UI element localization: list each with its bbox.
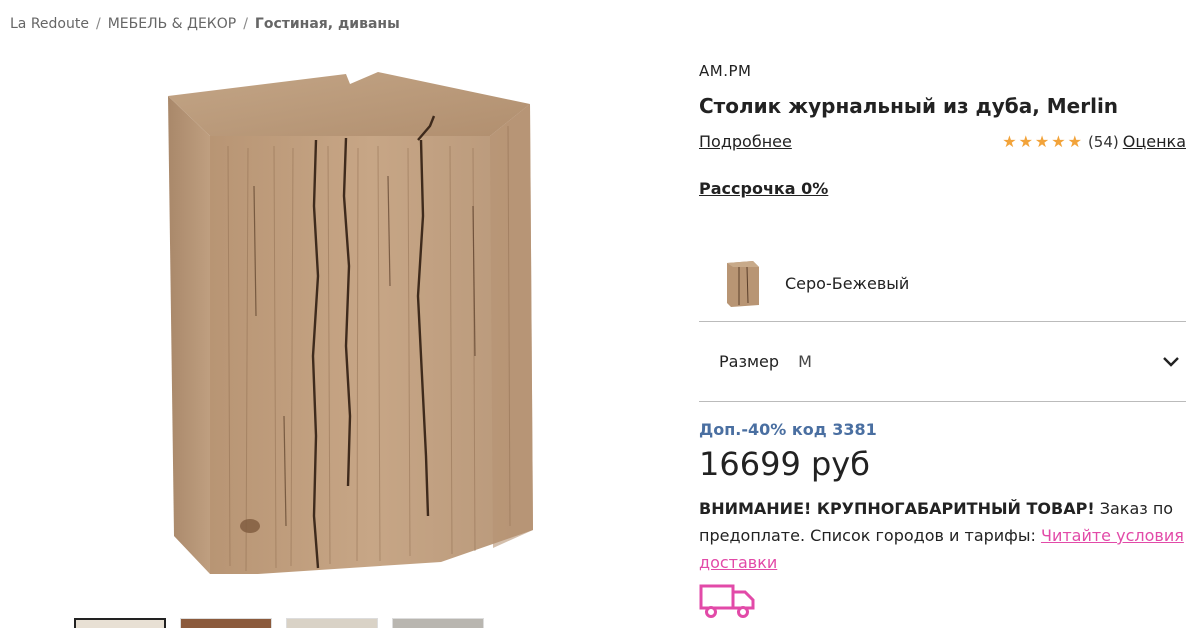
color-name: Серо-Бежевый (785, 274, 910, 293)
breadcrumb-separator: / (95, 16, 101, 32)
rating-count: (54) (1087, 132, 1119, 151)
breadcrumb-item-furniture[interactable]: МЕБЕЛЬ & ДЕКОР (108, 16, 237, 32)
size-selector[interactable]: Размер M (699, 322, 1186, 402)
delivery-truck-icon (699, 584, 755, 618)
oak-block-image (168, 72, 533, 574)
size-label: Размер (719, 352, 780, 371)
size-value: M (798, 352, 812, 371)
thumbnail-4[interactable] (392, 618, 484, 628)
promo-code: Доп.-40% код 3381 (699, 420, 877, 439)
thumbnail-1[interactable] (74, 618, 166, 628)
breadcrumb-separator: / (243, 16, 248, 32)
color-swatch-image (727, 260, 759, 307)
more-details-link[interactable]: Подробнее (699, 132, 792, 151)
color-selector[interactable]: Серо-Бежевый (699, 246, 1186, 322)
product-title: Столик журнальный из дуба, Merlin (699, 94, 1119, 118)
warning-title: ВНИМАНИЕ! КРУПНОГАБАРИТНЫЙ ТОВАР! (699, 499, 1095, 518)
breadcrumb-item-current[interactable]: Гостиная, диваны (255, 16, 400, 32)
thumbnail-strip (74, 618, 484, 628)
thumbnail-3[interactable] (286, 618, 378, 628)
star-icon: ★★★★★ (1002, 132, 1084, 151)
brand-name[interactable]: AM.PM (699, 62, 1186, 80)
installments-link[interactable]: Рассрочка 0% (699, 179, 828, 198)
product-info: AM.PM Столик журнальный из дуба, Merlin … (699, 60, 1186, 624)
breadcrumb: La Redoute / МЕБЕЛЬ & ДЕКОР / Гостиная, … (10, 16, 400, 32)
thumbnail-2[interactable] (180, 618, 272, 628)
chevron-down-icon[interactable] (1162, 356, 1180, 368)
rating[interactable]: ★★★★★ (54) Оценка (1002, 132, 1186, 151)
product-main-image[interactable] (78, 56, 610, 596)
delivery-warning: ВНИМАНИЕ! КРУПНОГАБАРИТНЫЙ ТОВАР! Заказ … (699, 495, 1186, 576)
price: 16699 руб (699, 445, 870, 483)
rating-link[interactable]: Оценка (1123, 132, 1186, 151)
details-rating-row: Подробнее ★★★★★ (54) Оценка (699, 132, 1186, 151)
breadcrumb-item-home[interactable]: La Redoute (10, 16, 89, 32)
